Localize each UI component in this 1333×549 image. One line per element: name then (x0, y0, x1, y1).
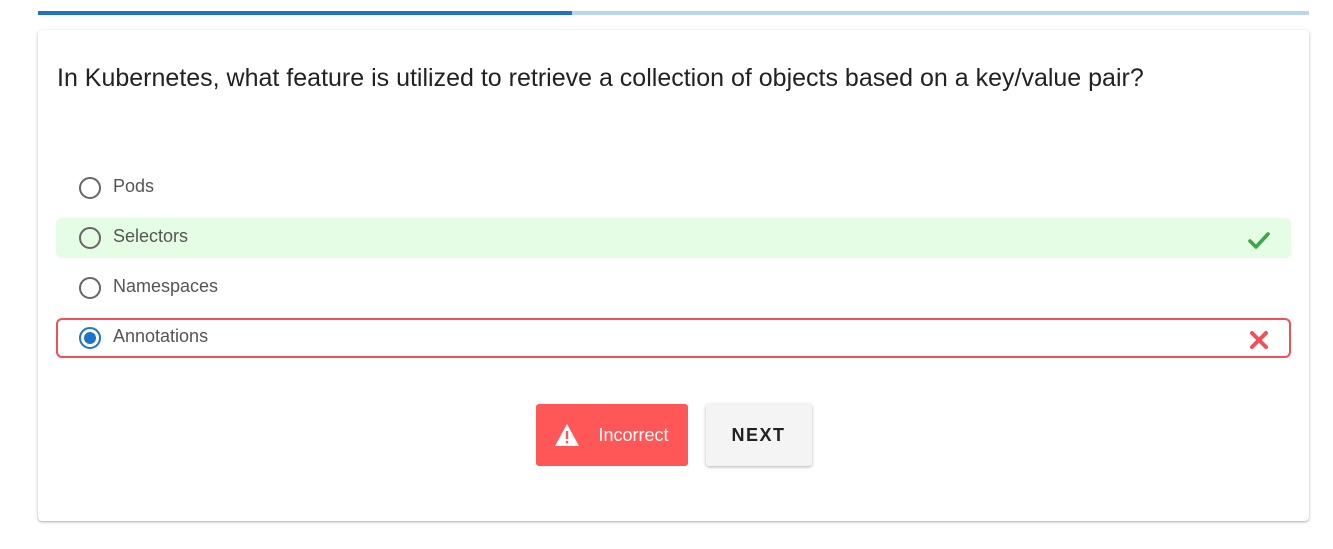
check-icon (1248, 232, 1270, 249)
option-pods[interactable]: Pods (56, 168, 1291, 208)
radio-button[interactable] (79, 227, 101, 249)
answer-options: Pods Selectors Namespaces Annotations (56, 168, 1291, 368)
option-label: Annotations (113, 326, 209, 346)
radio-button-selected[interactable] (79, 327, 101, 349)
quiz-progress-bar (38, 11, 1309, 15)
warning-icon (555, 424, 580, 446)
incorrect-feedback-badge: Incorrect (535, 404, 688, 466)
action-buttons: Incorrect NEXT (38, 404, 1309, 466)
option-label: Namespaces (113, 276, 219, 296)
question-text: In Kubernetes, what feature is utilized … (57, 64, 1144, 92)
quiz-progress-fill (38, 11, 572, 15)
option-selectors[interactable]: Selectors (56, 218, 1291, 258)
next-button[interactable]: NEXT (705, 404, 812, 466)
incorrect-label: Incorrect (598, 424, 669, 445)
option-annotations[interactable]: Annotations (56, 318, 1291, 358)
option-label: Pods (113, 176, 155, 196)
option-namespaces[interactable]: Namespaces (56, 268, 1291, 308)
question-card: In Kubernetes, what feature is utilized … (38, 30, 1309, 521)
radio-button[interactable] (79, 277, 101, 299)
x-icon (1250, 331, 1268, 349)
radio-button[interactable] (79, 177, 101, 199)
option-label: Selectors (113, 226, 189, 246)
